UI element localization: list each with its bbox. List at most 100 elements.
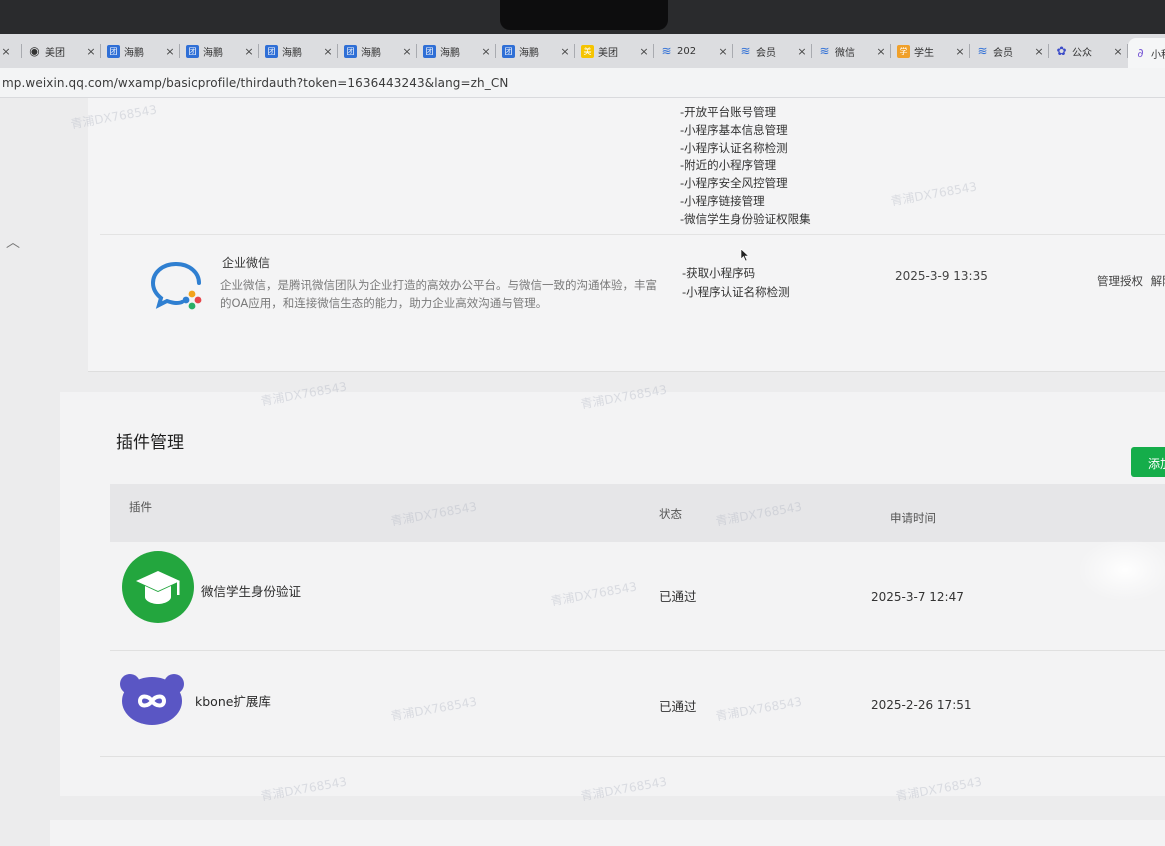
- tab-title: 会员: [756, 47, 776, 59]
- wave-icon: ≋: [819, 44, 830, 58]
- browser-tab[interactable]: ≋ 会员 ×: [733, 38, 812, 64]
- browser-tab[interactable]: ✿ 公众 ×: [1049, 38, 1128, 64]
- team-icon: 团: [502, 44, 515, 58]
- plugin-apply-time: 2025-3-7 12:47: [871, 590, 964, 604]
- close-icon[interactable]: ×: [164, 45, 176, 58]
- wave-icon: ≋: [661, 44, 672, 58]
- browser-tab[interactable]: ≋ 会员 ×: [970, 38, 1049, 64]
- team-icon: 团: [107, 44, 120, 58]
- graduation-cap-icon: [122, 551, 194, 623]
- wework-auth-time: 2025-3-9 13:35: [895, 269, 988, 283]
- browser-tab[interactable]: ≋ 微信 ×: [812, 38, 891, 64]
- add-plugin-button[interactable]: 添加: [1131, 447, 1165, 477]
- address-bar[interactable]: mp.weixin.qq.com/wxamp/basicprofile/thir…: [0, 68, 1165, 98]
- wework-name: 企业微信: [222, 256, 271, 270]
- permission-item: -微信学生身份验证权限集: [680, 211, 811, 226]
- wave-icon: ≋: [977, 44, 988, 58]
- row-divider: [100, 234, 1165, 235]
- browser-tab[interactable]: ∂小程×: [1128, 38, 1165, 68]
- student-icon: 学: [897, 44, 910, 58]
- browser-tab[interactable]: ≋ 202 ×: [654, 38, 733, 64]
- close-icon[interactable]: ×: [559, 45, 571, 58]
- close-icon[interactable]: ×: [875, 45, 887, 58]
- tab-title: 微信: [835, 47, 855, 59]
- permission-item: -小程序基本信息管理: [680, 122, 788, 137]
- browser-tab[interactable]: ×: [0, 38, 22, 64]
- close-icon[interactable]: ×: [717, 45, 729, 58]
- close-icon[interactable]: ×: [401, 45, 413, 58]
- miniprogram-icon: ∂: [1137, 46, 1144, 60]
- row-divider: [100, 756, 1165, 757]
- permission-item: -小程序链接管理: [680, 193, 765, 208]
- wave-icon: ≋: [740, 44, 751, 58]
- plugin-apply-time: 2025-2-26 17:51: [871, 698, 972, 712]
- camera-notch: [500, 0, 668, 30]
- column-header-time: 申请时间: [890, 511, 936, 525]
- browser-tab[interactable]: 团海鹏 ×: [417, 38, 496, 64]
- browser-tab[interactable]: 团海鹏 ×: [496, 38, 575, 64]
- tab-title: 海鹏: [124, 47, 144, 59]
- browser-tab[interactable]: 团海鹏 ×: [259, 38, 338, 64]
- close-icon[interactable]: ×: [322, 45, 334, 58]
- plugin-section-title: 插件管理: [116, 433, 184, 453]
- close-icon[interactable]: ×: [480, 45, 492, 58]
- browser-tab[interactable]: ◉ 美团 ×: [22, 38, 101, 64]
- wework-logo-icon: [150, 262, 202, 310]
- team-icon: 团: [265, 44, 278, 58]
- next-card-edge: [50, 820, 1165, 846]
- chevron-up-icon[interactable]: ︿: [6, 232, 20, 252]
- plugin-status: 已通过: [659, 699, 697, 714]
- team-icon: 团: [344, 44, 357, 58]
- wework-actions: 管理授权 解除: [1097, 273, 1165, 289]
- tab-title: 学生: [914, 47, 934, 59]
- browser-tab[interactable]: 团海鹏 ×: [338, 38, 417, 64]
- paw-icon: ✿: [1056, 44, 1067, 58]
- team-icon: 团: [423, 44, 436, 58]
- permission-item: -小程序认证名称检测: [680, 140, 788, 155]
- browser-tab[interactable]: 美美团 ×: [575, 38, 654, 64]
- close-icon[interactable]: ×: [85, 45, 97, 58]
- browser-tab[interactable]: 团海鹏 ×: [101, 38, 180, 64]
- revoke-auth-link[interactable]: 解除: [1151, 274, 1165, 288]
- tab-title: 海鹏: [519, 47, 539, 59]
- close-icon[interactable]: ×: [243, 45, 255, 58]
- plugin-name: 微信学生身份验证: [201, 584, 302, 599]
- browser-tab[interactable]: 团海鹏 ×: [180, 38, 259, 64]
- close-icon[interactable]: ×: [638, 45, 650, 58]
- screen-glare: [1080, 540, 1165, 600]
- globe-icon: ◉: [29, 44, 40, 58]
- tab-title: 会员: [993, 47, 1013, 59]
- manage-auth-link[interactable]: 管理授权: [1097, 274, 1143, 288]
- tab-title: 海鹏: [282, 47, 302, 59]
- permission-item: -开放平台账号管理: [680, 105, 777, 119]
- close-icon[interactable]: ×: [796, 45, 808, 58]
- tab-title: 小程: [1151, 49, 1165, 61]
- mouse-cursor-icon: [740, 248, 750, 262]
- plugin-name: kbone扩展库: [195, 694, 271, 709]
- wework-permission-list: -获取小程序码 -小程序认证名称检测: [682, 264, 790, 302]
- team-icon: 团: [186, 44, 199, 58]
- tab-title: 海鹏: [440, 47, 460, 59]
- permission-item: -小程序认证名称检测: [682, 285, 790, 299]
- tab-title: 美团: [45, 47, 65, 59]
- url-text[interactable]: mp.weixin.qq.com/wxamp/basicprofile/thir…: [2, 76, 508, 90]
- browser-tab[interactable]: 学学生 ×: [891, 38, 970, 64]
- tab-title: 海鹏: [361, 47, 381, 59]
- permission-list-top: -开放平台账号管理 -小程序基本信息管理 -小程序认证名称检测 -附近的小程序管…: [680, 104, 811, 229]
- meituan-icon: 美: [581, 44, 594, 58]
- close-icon[interactable]: ×: [1033, 45, 1045, 58]
- browser-tab-bar: × ◉ 美团 × 团海鹏 × 团海鹏 × 团海鹏 × 团海鹏 × 团海鹏 × 团海鹏 × 美美团 × ≋ 202 × ≋ 会…: [0, 34, 1165, 68]
- tab-title: 公众: [1072, 47, 1092, 59]
- close-icon[interactable]: ×: [1112, 45, 1124, 58]
- third-party-auth-card: [88, 98, 1165, 372]
- plugin-table-header: [110, 484, 1165, 542]
- column-header-plugin: 插件: [129, 500, 152, 514]
- tab-title: 202: [677, 45, 697, 57]
- permission-item: -附近的小程序管理: [680, 158, 777, 173]
- permission-item: -小程序安全风控管理: [680, 176, 788, 191]
- close-icon[interactable]: ×: [0, 45, 12, 58]
- close-icon[interactable]: ×: [954, 45, 966, 58]
- tab-title: 海鹏: [203, 47, 223, 59]
- permission-item: -获取小程序码: [682, 266, 756, 280]
- plugin-status: 已通过: [659, 589, 697, 604]
